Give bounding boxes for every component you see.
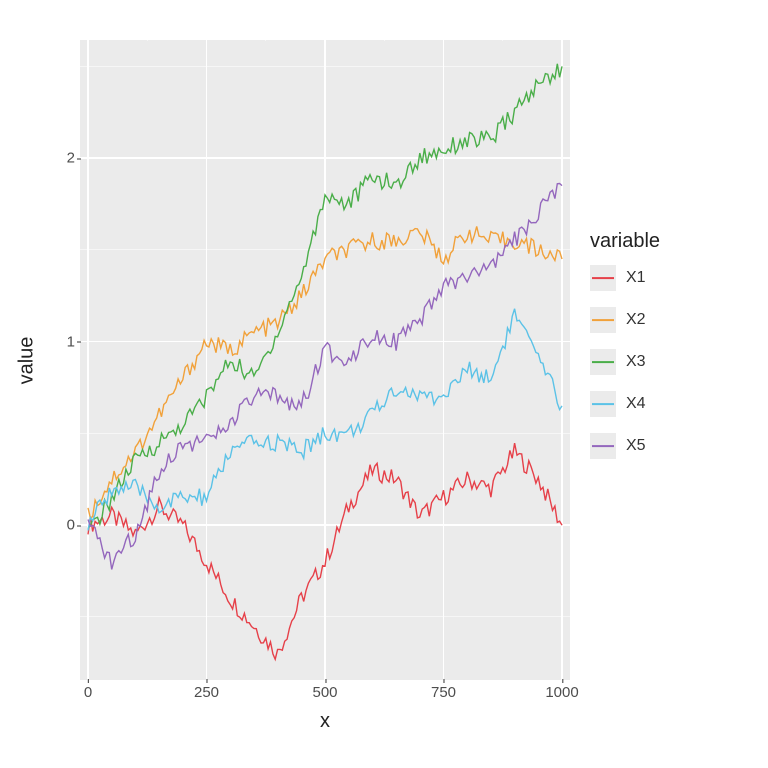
legend-item-X4: X4: [590, 391, 750, 417]
x-axis-title: x: [80, 710, 570, 733]
legend: variable X1 X2 X3 X4 X5: [590, 230, 750, 475]
y-tick-label: 1: [55, 333, 75, 350]
legend-swatch: [590, 349, 616, 375]
plot-panel: [80, 40, 570, 680]
legend-item-X5: X5: [590, 433, 750, 459]
legend-item-X2: X2: [590, 307, 750, 333]
x-tick-label: 500: [312, 684, 337, 701]
y-axis-title: value: [15, 40, 39, 680]
legend-title: variable: [590, 230, 750, 253]
legend-label: X3: [626, 353, 646, 371]
chart-container: x value variable X1 X2 X3 X4 X5 0 1 2 0 250 500 75…: [0, 0, 768, 768]
x-tick-label: 1000: [545, 684, 578, 701]
y-tick-label: 0: [55, 517, 75, 534]
series-line-X1: [88, 443, 562, 659]
y-tick-label: 2: [55, 150, 75, 167]
legend-label: X1: [626, 269, 646, 287]
legend-label: X4: [626, 395, 646, 413]
x-tick-label: 0: [84, 684, 92, 701]
legend-swatch: [590, 433, 616, 459]
x-tick-label: 250: [194, 684, 219, 701]
legend-swatch: [590, 265, 616, 291]
legend-label: X2: [626, 311, 646, 329]
x-tick-label: 750: [431, 684, 456, 701]
legend-item-X3: X3: [590, 349, 750, 375]
legend-item-X1: X1: [590, 265, 750, 291]
legend-label: X5: [626, 437, 646, 455]
legend-swatch: [590, 391, 616, 417]
series-line-X2: [88, 226, 562, 518]
legend-swatch: [590, 307, 616, 333]
series-lines: [80, 40, 570, 680]
series-line-X3: [88, 64, 562, 529]
